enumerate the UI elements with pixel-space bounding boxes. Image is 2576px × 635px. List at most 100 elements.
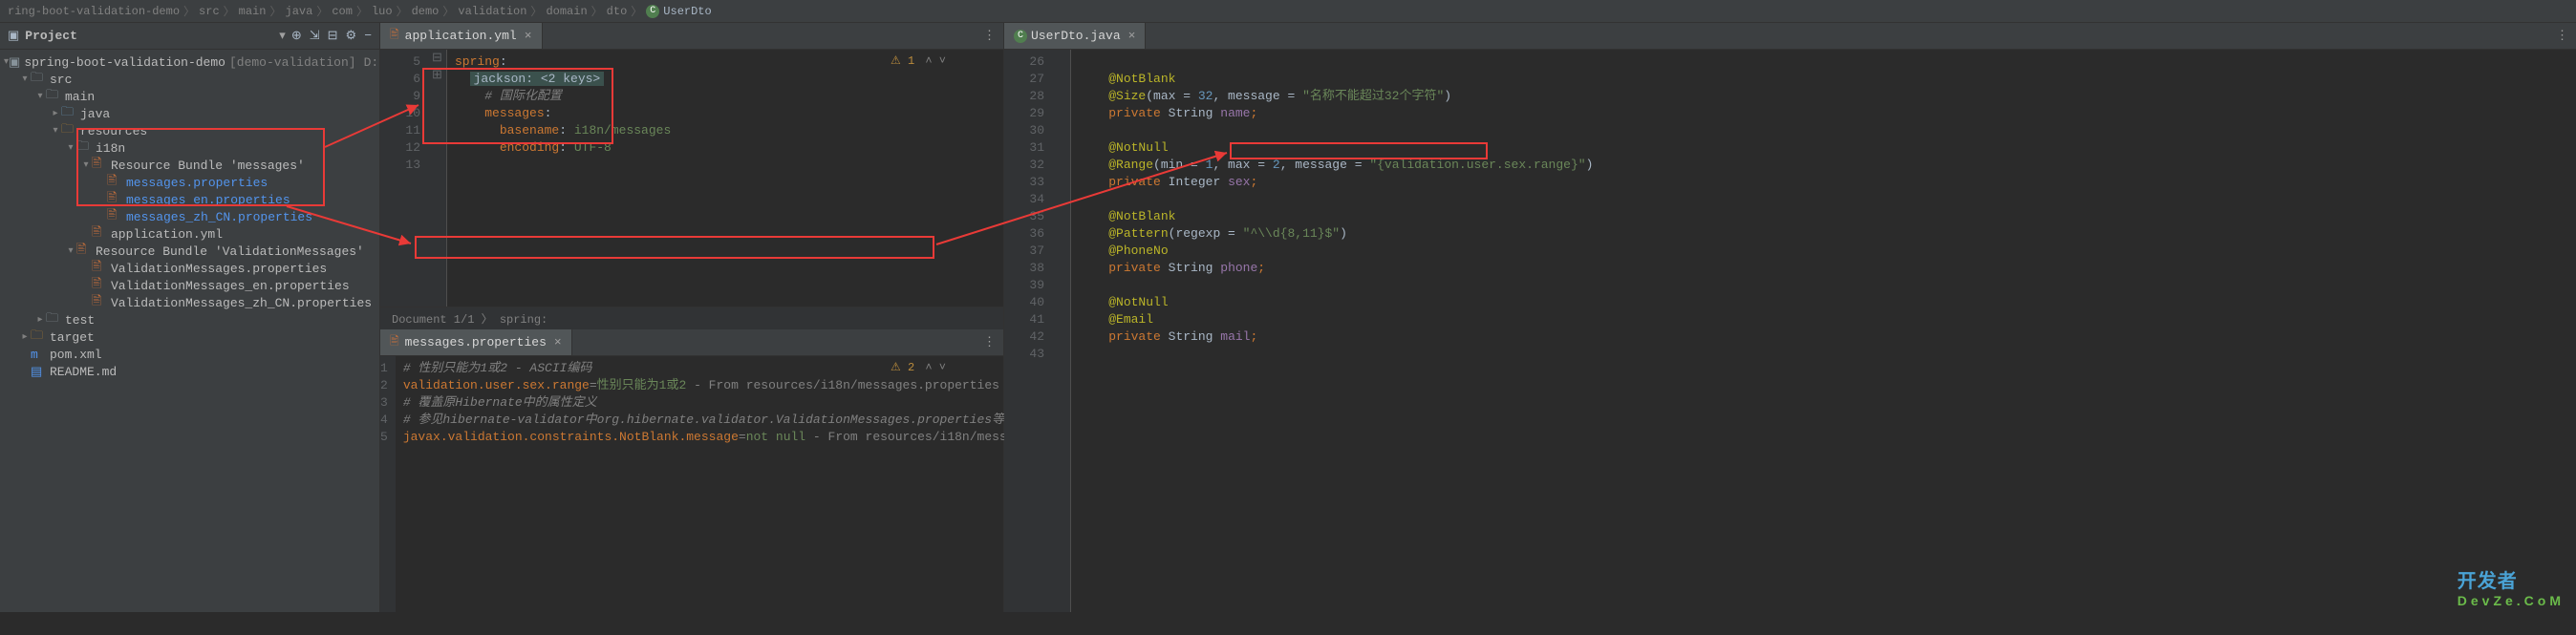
breadcrumb-item[interactable]: demo xyxy=(412,5,440,18)
resources-folder-icon: 🗀 xyxy=(61,120,76,141)
breadcrumb-item[interactable]: java xyxy=(286,5,313,18)
tab-label: messages.properties xyxy=(405,335,547,349)
line-number: 33 xyxy=(1004,174,1044,191)
inspection-warning-badge[interactable]: ⚠ 1 ˄ ˅ xyxy=(891,53,946,68)
tree-item-bundle-validation[interactable]: ▾🖹Resource Bundle 'ValidationMessages' xyxy=(0,243,379,260)
tab-application-yml[interactable]: 🖹 application.yml × xyxy=(380,23,543,49)
tree-item-java[interactable]: ▸🗀java xyxy=(0,105,379,122)
inspection-warning-badge[interactable]: ⚠ 2 ˄ ˅ xyxy=(891,360,946,374)
breadcrumb-item[interactable]: com xyxy=(332,5,353,18)
gutter: 1 2 3 4 5 xyxy=(380,356,396,613)
tree-item-app-yml[interactable]: 🖹application.yml xyxy=(0,225,379,243)
yaml-key: messages xyxy=(484,106,544,120)
java-annotation: @Email xyxy=(1108,312,1153,327)
tree-label: ValidationMessages_en.properties xyxy=(111,279,350,293)
prop-value: - From resources/i18n/messages.propertie… xyxy=(686,378,999,392)
gutter: 5 6 9 10 11 12 13 xyxy=(380,50,428,307)
tree-label: spring-boot-validation-demo xyxy=(24,55,225,70)
line-number: 6 xyxy=(380,71,420,88)
close-icon[interactable]: × xyxy=(525,29,532,43)
line-number: 13 xyxy=(380,157,420,174)
module-icon: ▣ xyxy=(9,55,20,70)
tree-item-i18n[interactable]: ▾🗀i18n xyxy=(0,139,379,157)
hide-icon[interactable]: − xyxy=(364,29,372,43)
tree-label: messages_en.properties xyxy=(126,193,290,207)
editor-code-yml[interactable]: spring: jackson: <2 keys> # 国际化配置 messag… xyxy=(447,50,1003,307)
maven-icon: m xyxy=(31,348,46,362)
tree-item-root[interactable]: ▾▣ spring-boot-validation-demo [demo-val… xyxy=(0,53,379,71)
breadcrumb-item[interactable]: dto xyxy=(607,5,628,18)
line-number: 37 xyxy=(1004,243,1044,260)
editor-breadcrumb[interactable]: Document 1/1 〉 spring: xyxy=(380,307,1003,329)
chevron-down-icon[interactable]: ▾ xyxy=(279,29,286,43)
prop-comment: # 性别只能为1或2 - ASCII编码 xyxy=(403,361,592,375)
line-number: 12 xyxy=(380,139,420,157)
breadcrumb-item[interactable]: luo xyxy=(372,5,393,18)
select-opened-icon[interactable]: ⊕ xyxy=(291,29,302,43)
breadcrumb-item[interactable]: main xyxy=(239,5,267,18)
tree-label: src xyxy=(50,73,72,87)
gear-icon[interactable]: ⚙ xyxy=(346,29,357,43)
editor-options-icon[interactable]: ⋮ xyxy=(976,335,1003,349)
tree-label: java xyxy=(80,107,110,121)
tree-item-messages-zh[interactable]: 🖹messages_zh_CN.properties xyxy=(0,208,379,225)
tree-item-messages-en[interactable]: 🖹messages_en.properties xyxy=(0,191,379,208)
tab-messages-properties[interactable]: 🖹 messages.properties × xyxy=(380,329,572,355)
properties-icon: 🖹 xyxy=(107,206,122,227)
expand-all-icon[interactable]: ⇲ xyxy=(310,29,320,43)
line-number: 34 xyxy=(1004,191,1044,208)
editor-options-icon[interactable]: ⋮ xyxy=(2548,29,2576,43)
yaml-value: i18n/messages xyxy=(574,123,671,138)
tree-label: main xyxy=(65,90,95,104)
fold-gutter[interactable] xyxy=(1052,50,1071,612)
close-icon[interactable]: × xyxy=(554,335,562,349)
tree-item-messages-props[interactable]: 🖹messages.properties xyxy=(0,174,379,191)
editor-options-icon[interactable]: ⋮ xyxy=(976,29,1003,43)
project-tree[interactable]: ▾▣ spring-boot-validation-demo [demo-val… xyxy=(0,50,379,612)
tree-label: README.md xyxy=(50,365,117,379)
breadcrumb-item[interactable]: UserDto xyxy=(663,5,711,18)
tree-label: ValidationMessages_zh_CN.properties xyxy=(111,296,372,310)
tree-item-resources[interactable]: ▾🗀resources xyxy=(0,122,379,139)
line-number: 3 xyxy=(380,394,388,412)
tree-item-target[interactable]: ▸🗀target xyxy=(0,328,379,346)
editor-code-java[interactable]: @NotBlank @Size(max = 32, message = "名称不… xyxy=(1071,50,2576,612)
yaml-value: UTF-8 xyxy=(574,140,612,155)
java-annotation: @PhoneNo xyxy=(1108,243,1168,258)
yaml-comment: # 国际化配置 xyxy=(484,89,562,103)
properties-icon: 🖹 xyxy=(92,292,107,313)
tree-label: resources xyxy=(80,124,147,138)
tree-label: messages.properties xyxy=(126,176,268,190)
tab-userdto-java[interactable]: C UserDto.java × xyxy=(1004,23,1146,49)
line-number: 35 xyxy=(1004,208,1044,225)
folder-icon: 🗀 xyxy=(46,309,61,330)
breadcrumb-item[interactable]: ring-boot-validation-demo xyxy=(8,5,180,18)
breadcrumb-item[interactable]: validation xyxy=(458,5,526,18)
breadcrumb-item[interactable]: src xyxy=(199,5,220,18)
line-number: 27 xyxy=(1004,71,1044,88)
collapse-all-icon[interactable]: ⊟ xyxy=(328,29,338,43)
tree-item-validation-props[interactable]: 🖹ValidationMessages.properties xyxy=(0,260,379,277)
tree-item-bundle-messages[interactable]: ▾🖹Resource Bundle 'messages' xyxy=(0,157,379,174)
tree-item-test[interactable]: ▸🗀test xyxy=(0,311,379,328)
editor-tabs-yml: 🖹 application.yml × ⋮ xyxy=(380,23,1003,50)
tree-item-pom[interactable]: mpom.xml xyxy=(0,346,379,363)
tree-item-main[interactable]: ▾🗀main xyxy=(0,88,379,105)
tree-label: target xyxy=(50,330,95,345)
close-icon[interactable]: × xyxy=(1128,29,1136,43)
breadcrumb[interactable]: ring-boot-validation-demo〉 src〉 main〉 ja… xyxy=(0,0,2576,23)
project-title[interactable]: Project xyxy=(25,29,279,43)
tree-item-validation-en[interactable]: 🖹ValidationMessages_en.properties xyxy=(0,277,379,294)
breadcrumb-item[interactable]: domain xyxy=(546,5,587,18)
line-number: 11 xyxy=(380,122,420,139)
line-number: 43 xyxy=(1004,346,1044,363)
tree-item-readme[interactable]: ▤README.md xyxy=(0,363,379,380)
fold-gutter[interactable]: ⊟ ⊞ xyxy=(428,50,447,307)
java-annotation: @Size xyxy=(1108,89,1146,103)
line-number: 2 xyxy=(380,377,388,394)
yaml-folded[interactable]: jackson: <2 keys> xyxy=(470,72,605,86)
java-annotation: @NotNull xyxy=(1108,140,1168,155)
yaml-key: basename xyxy=(500,123,559,138)
line-number: 4 xyxy=(380,412,388,429)
prop-key: javax.validation.constraints.NotBlank.me… xyxy=(403,430,739,444)
